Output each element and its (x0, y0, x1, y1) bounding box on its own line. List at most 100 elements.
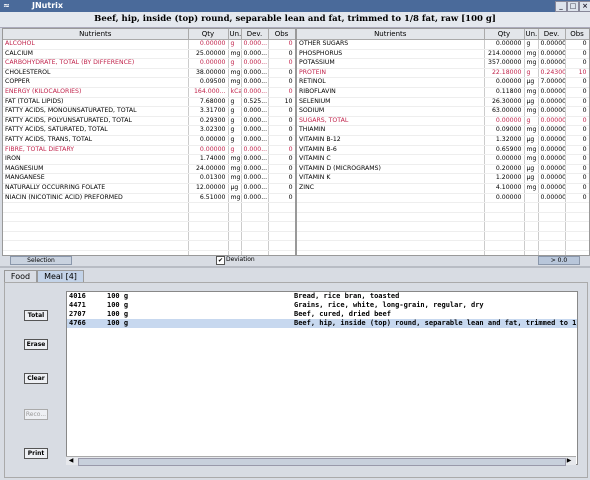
total-button[interactable]: Total (24, 310, 48, 321)
left-nutrient-row[interactable]: NATURALLY OCCURRING FOLATE 12.00000 µg 0.00… (3, 183, 295, 194)
right-nutrient-row[interactable]: RIBOFLAVIN 0.11800 mg 0.00000 0 (297, 87, 589, 98)
left-nutrient-row[interactable]: ENERGY (KILOCALORIES)164.000...kCal0.000… (3, 87, 295, 98)
meal-list[interactable]: 4016 100 g Bread, rice bran, toasted 4471 10… (66, 291, 578, 465)
meal-item[interactable]: 4016 100 g Bread, rice bran, toasted (67, 292, 577, 301)
right-nutrient-row[interactable]: RETINOL 0.00000 µg 7.00000 0 (297, 77, 589, 88)
left-nutrient-row[interactable]: FIBRE, TOTAL DIETARY 0.00000 g 0.000... 0 (3, 145, 295, 156)
meal-item-name: Beef, cured, dried beef (294, 310, 391, 318)
left-col-header[interactable]: Un. (228, 29, 242, 40)
print-button[interactable]: Print (24, 448, 48, 459)
right-nutrient-row[interactable]: POTASSIUM 357.00000 mg 0.00000 0 (297, 58, 589, 69)
nutrient-unit: g (228, 58, 242, 69)
nutrient-dev: 0.00000 (538, 125, 566, 136)
nutrient-dev: 0.000... (241, 164, 269, 175)
right-nutrient-row[interactable]: VITAMIN C 0.00000 mg 0.00000 0 (297, 154, 589, 165)
recompute-button[interactable]: Reco... (24, 409, 48, 420)
left-nutrient-row[interactable]: FAT (TOTAL LIPIDS) 7.68000 g 0.525... 10 (3, 97, 295, 108)
right-nutrient-row[interactable]: SUGARS, TOTAL 0.00000 g 0.00000 0 (297, 116, 589, 127)
nutrient-unit: mg (524, 183, 539, 194)
meal-list-hscroll[interactable]: ◀ ▶ (66, 456, 576, 466)
right-nutrient-row[interactable]: PROTEIN 22.18000 g 0.24300 10 (297, 68, 589, 79)
meal-item[interactable]: 4766 100 g Beef, hip, inside (top) round, … (67, 319, 577, 328)
deviation-checkbox[interactable]: ✔ (216, 256, 225, 265)
left-nutrient-row[interactable]: CALCIUM 25.00000 mg 0.000... 0 (3, 49, 295, 60)
left-nutrient-row[interactable]: FATTY ACIDS, SATURATED, TOTAL 3.02300 g 0.0… (3, 125, 295, 136)
nutrient-unit: mg (228, 173, 242, 184)
right-nutrient-row[interactable]: VITAMIN D (MICROGRAMS) 0.20000 µg 0.00000 0 (297, 164, 589, 175)
right-nutrient-row[interactable]: VITAMIN K 1.20000 µg 0.00000 0 (297, 173, 589, 184)
threshold-button[interactable]: > 0.0 (538, 256, 580, 265)
erase-button[interactable]: Erase (24, 339, 48, 350)
empty-cell (538, 231, 566, 242)
hscroll-thumb[interactable] (78, 458, 566, 466)
app-icon[interactable]: ≈ (3, 1, 10, 10)
nutrient-unit: mg (524, 49, 539, 60)
empty-cell (188, 212, 229, 223)
nutrient-qty: 38.00000 (188, 68, 229, 79)
left-nutrient-row[interactable]: ALCOHOL 0.00000 g 0.000... 0 (3, 39, 295, 50)
maximize-icon[interactable]: □ (567, 1, 579, 12)
meal-item-qty: 100 g (107, 319, 129, 327)
left-nutrient-row[interactable]: FATTY ACIDS, POLYUNSATURATED, TOTAL 0.293… (3, 116, 295, 127)
right-nutrient-row[interactable]: VITAMIN B-6 0.65900 mg 0.00000 0 (297, 145, 589, 156)
right-col-header[interactable]: Dev. (538, 29, 566, 40)
left-nutrient-row[interactable]: CARBOHYDRATE, TOTAL (BY DIFFERENCE) 0.000… (3, 58, 295, 69)
right-col-header[interactable]: Qty (484, 29, 525, 40)
nutrient-qty: 25.00000 (188, 49, 229, 60)
title-bar[interactable]: ≈ JNutrix _ □ × (0, 0, 590, 12)
left-col-header[interactable]: Obs (268, 29, 295, 40)
right-nutrient-row[interactable]: SELENIUM 26.30000 µg 0.00000 0 (297, 97, 589, 108)
left-col-header[interactable]: Nutrients (3, 29, 189, 40)
nutrient-unit: µg (524, 77, 539, 88)
right-nutrient-row[interactable]: PHOSPHORUS 214.00000 mg 0.00000 0 (297, 49, 589, 60)
clear-button[interactable]: Clear (24, 373, 48, 384)
right-col-header[interactable]: Obs (565, 29, 589, 40)
right-nutrient-row[interactable]: 0.00000 0.00000 0 (297, 193, 589, 204)
left-nutrient-row[interactable]: MANGANESE 0.01300 mg 0.000... 0 (3, 173, 295, 184)
empty-cell (565, 202, 589, 213)
empty-cell (228, 212, 242, 223)
scroll-right-icon[interactable]: ▶ (564, 457, 574, 465)
meal-item-id: 2707 (69, 310, 86, 318)
nutrient-qty: 357.00000 (484, 58, 525, 69)
right-nutrient-row[interactable]: VITAMIN B-12 1.32000 µg 0.00000 0 (297, 135, 589, 146)
left-col-header[interactable]: Dev. (241, 29, 269, 40)
nutrients-table-left[interactable]: Nutrients Qty Un. Dev. Obs ALCOHOL 0.00000 g 0.… (2, 28, 296, 256)
right-col-header[interactable]: Un. (524, 29, 539, 40)
close-icon[interactable]: × (579, 1, 590, 12)
empty-cell (297, 240, 485, 252)
scroll-left-icon[interactable]: ◀ (66, 457, 76, 465)
tab-food[interactable]: Food (4, 270, 37, 282)
left-nutrient-row[interactable]: MAGNESIUM 24.00000 mg 0.000... 0 (3, 164, 295, 175)
right-nutrient-row[interactable]: THIAMIN 0.09000 mg 0.00000 0 (297, 125, 589, 136)
nutrient-name: FIBRE, TOTAL DIETARY (3, 145, 189, 156)
empty-cell (538, 221, 566, 232)
left-nutrient-row[interactable]: FATTY ACIDS, MONOUNSATURATED, TOTAL 3.317… (3, 106, 295, 117)
left-nutrient-row[interactable]: FATTY ACIDS, TRANS, TOTAL 0.00000 g 0.000..… (3, 135, 295, 146)
left-col-header[interactable]: Qty (188, 29, 229, 40)
right-nutrient-row[interactable]: SODIUM 63.00000 mg 0.00000 0 (297, 106, 589, 117)
nutrient-unit: g (228, 116, 242, 127)
deviation-label: Deviation (226, 256, 255, 263)
empty-cell (538, 212, 566, 223)
right-nutrient-row[interactable]: OTHER SUGARS 0.00000 g 0.00000 0 (297, 39, 589, 50)
left-nutrient-row[interactable]: NIACIN (NICOTINIC ACID) PREFORMED 6.51000… (3, 193, 295, 204)
nutrient-name: FATTY ACIDS, SATURATED, TOTAL (3, 125, 189, 136)
nutrient-dev: 0.00000 (538, 154, 566, 165)
nutrient-unit: g (228, 145, 242, 156)
meal-item[interactable]: 2707 100 g Beef, cured, dried beef (67, 310, 577, 319)
nutrient-obs: 0 (565, 106, 589, 117)
meal-item[interactable]: 4471 100 g Grains, rice, white, long-grain… (67, 301, 577, 310)
minimize-icon[interactable]: _ (555, 1, 567, 12)
nutrient-obs: 0 (268, 106, 295, 117)
nutrients-table-right[interactable]: Nutrients Qty Un. Dev. Obs OTHER SUGARS 0.000… (296, 28, 590, 256)
left-nutrient-row[interactable]: IRON 1.74000 mg 0.000... 0 (3, 154, 295, 165)
left-nutrient-row[interactable]: COPPER 0.09500 mg 0.000... 0 (3, 77, 295, 88)
right-col-header[interactable]: Nutrients (297, 29, 485, 40)
split-divider[interactable] (0, 266, 590, 268)
left-nutrient-row[interactable]: CHOLESTEROL 38.00000 mg 0.000... 0 (3, 68, 295, 79)
selection-button[interactable]: Selection (10, 256, 72, 265)
right-nutrient-row[interactable]: ZINC 4.10000 mg 0.00000 0 (297, 183, 589, 194)
tab-meal[interactable]: Meal [4] (37, 270, 84, 282)
nutrient-unit (524, 193, 539, 204)
